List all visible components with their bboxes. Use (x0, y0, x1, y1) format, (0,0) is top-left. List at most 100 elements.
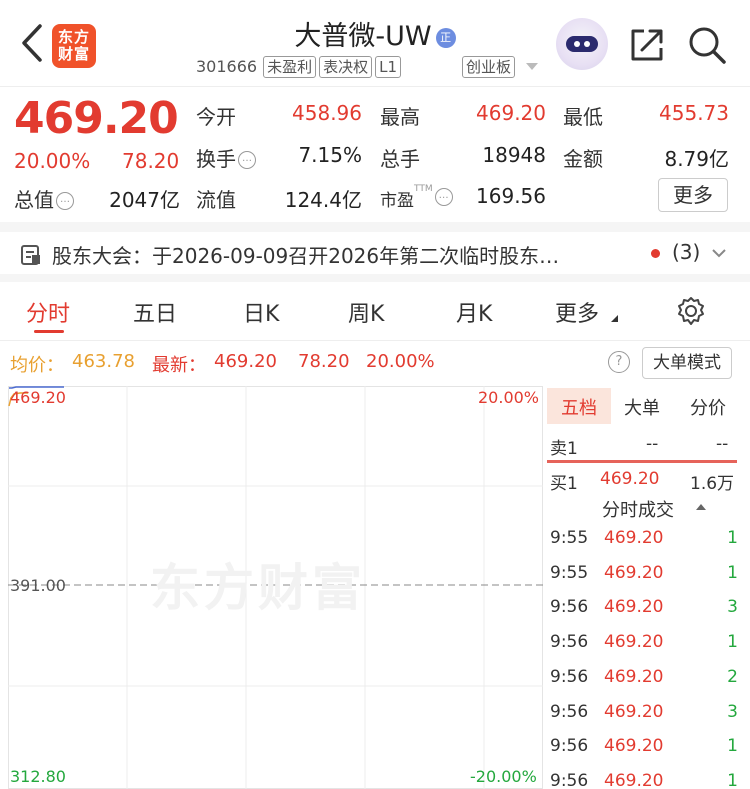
search-button[interactable] (686, 24, 728, 70)
tab-more[interactable]: 更多 (555, 296, 599, 328)
tab-daily-k[interactable]: 日K (243, 296, 279, 328)
info-icon[interactable]: … (238, 151, 256, 169)
latest-change: 78.20 (298, 351, 350, 372)
low-value: 455.73 (659, 101, 729, 125)
tick-time: 9:56 (550, 632, 589, 653)
divider (0, 340, 750, 341)
notice-count[interactable]: (3) (672, 240, 700, 264)
turnover-label: 换手… (196, 143, 256, 172)
watermark: 东方财富 (150, 559, 366, 617)
verify-badge: 正 (435, 28, 456, 48)
tick-price: 469.20 (604, 770, 664, 789)
assistant-avatar[interactable] (556, 18, 608, 70)
big-order-mode-button[interactable]: 大单模式 (642, 347, 732, 379)
tick-time: 9:55 (550, 528, 589, 548)
current-price-line (547, 460, 737, 463)
buy1-volume: 1.6万 (690, 474, 735, 494)
unread-dot (651, 249, 660, 258)
buy1-label: 买1 (550, 474, 578, 494)
sort-up-icon[interactable] (696, 504, 706, 510)
tick-time: 9:56 (550, 597, 589, 618)
total-mv-value: 2047亿 (109, 188, 180, 212)
avg-price-value: 463.78 (72, 351, 135, 372)
tick-price: 469.20 (604, 528, 664, 548)
shareholder-meeting-notice[interactable]: 股东大会：于2026-09-09召开2026年第二次临时股东… (52, 240, 559, 269)
low-label: 最低 (563, 105, 603, 129)
tick-time: 9:56 (550, 770, 589, 789)
gear-icon (678, 297, 704, 325)
latest-percent: 20.00% (366, 351, 435, 372)
buy1-price: 469.20 (600, 469, 660, 489)
tick-time: 9:56 (550, 736, 589, 757)
more-corner-icon (611, 315, 618, 322)
stock-title: 大普微-UW 正 (160, 14, 590, 53)
high-value: 469.20 (476, 101, 546, 125)
tick-price: 469.20 (604, 736, 664, 757)
help-icon[interactable]: ? (608, 351, 630, 373)
more-button[interactable]: 更多 (658, 178, 728, 212)
share-icon (631, 29, 663, 61)
open-value: 458.96 (292, 101, 362, 125)
tick-time: 9:55 (550, 562, 589, 583)
stock-code: 301666 (196, 57, 258, 76)
ticks-title[interactable]: 分时成交 (602, 496, 674, 522)
tick-volume: 1 (727, 632, 738, 653)
tick-volume: 1 (727, 528, 738, 548)
tick-price: 469.20 (604, 632, 664, 653)
tab-five-day[interactable]: 五日 (133, 296, 177, 328)
dropdown-arrow-icon[interactable] (526, 63, 539, 70)
back-button[interactable] (18, 22, 48, 64)
chart-bottom-percent: -20.00% (470, 767, 537, 786)
tab-monthly-k[interactable]: 月K (456, 296, 492, 328)
tick-volume: 1 (727, 770, 738, 789)
avg-price-label: 均价： (10, 355, 64, 376)
app-logo[interactable]: 东方 财富 (52, 24, 96, 68)
tick-time: 9:56 (550, 666, 589, 687)
stock-subtitle: 301666 未盈利 表决权 L1 创业板 (196, 56, 539, 82)
tab-intraday[interactable]: 分时 (26, 296, 70, 328)
stock-name: 大普微-UW (294, 21, 432, 52)
chart-mid-price: 391.00 (10, 576, 66, 595)
latest-price-value: 469.20 (214, 351, 277, 372)
share-button[interactable] (628, 26, 666, 68)
info-icon[interactable]: … (56, 192, 74, 210)
tab-five-level[interactable]: 五档 (561, 394, 597, 420)
volume-label: 总手 (380, 147, 420, 171)
notice-icon (20, 244, 42, 270)
chevron-down-icon[interactable] (710, 244, 728, 266)
chart-top-price: 469.20 (10, 388, 66, 407)
sell1-label: 卖1 (550, 439, 578, 459)
latest-price-label: 最新： (152, 355, 206, 376)
tick-volume: 1 (727, 562, 738, 583)
chart-settings-button[interactable] (676, 296, 706, 330)
tag-level: L1 (375, 56, 402, 78)
chart-top-percent: 20.00% (478, 388, 540, 407)
board-dropdown[interactable]: 创业板 (462, 56, 516, 78)
current-price: 469.20 (14, 93, 179, 144)
tab-big-order[interactable]: 大单 (624, 394, 660, 420)
separator-band (0, 274, 750, 282)
tick-time: 9:56 (550, 701, 589, 722)
float-mv-value: 124.4亿 (284, 188, 362, 212)
amount-value: 8.79亿 (664, 147, 729, 171)
total-mv-label: 总值… (14, 184, 74, 213)
tag-unprofitable: 未盈利 (263, 56, 317, 78)
sell1-volume: -- (716, 434, 729, 454)
sell1-price: -- (646, 434, 659, 454)
tab-active-indicator (34, 330, 64, 333)
tick-volume: 2 (727, 666, 738, 687)
change-amount: 78.20 (122, 149, 180, 173)
logo-line1: 东方 (57, 28, 90, 46)
tick-price: 469.20 (604, 701, 664, 722)
amount-label: 金额 (563, 147, 603, 171)
divider (0, 86, 750, 87)
search-icon (689, 27, 726, 64)
robot-face-icon (566, 36, 598, 52)
volume-value: 18948 (482, 143, 546, 167)
tab-price-distribution[interactable]: 分价 (690, 394, 726, 420)
turnover-value: 7.15% (298, 143, 362, 167)
tab-weekly-k[interactable]: 周K (348, 296, 384, 328)
separator-band (0, 222, 750, 232)
tick-price: 469.20 (604, 597, 664, 618)
logo-line2: 财富 (57, 45, 90, 63)
